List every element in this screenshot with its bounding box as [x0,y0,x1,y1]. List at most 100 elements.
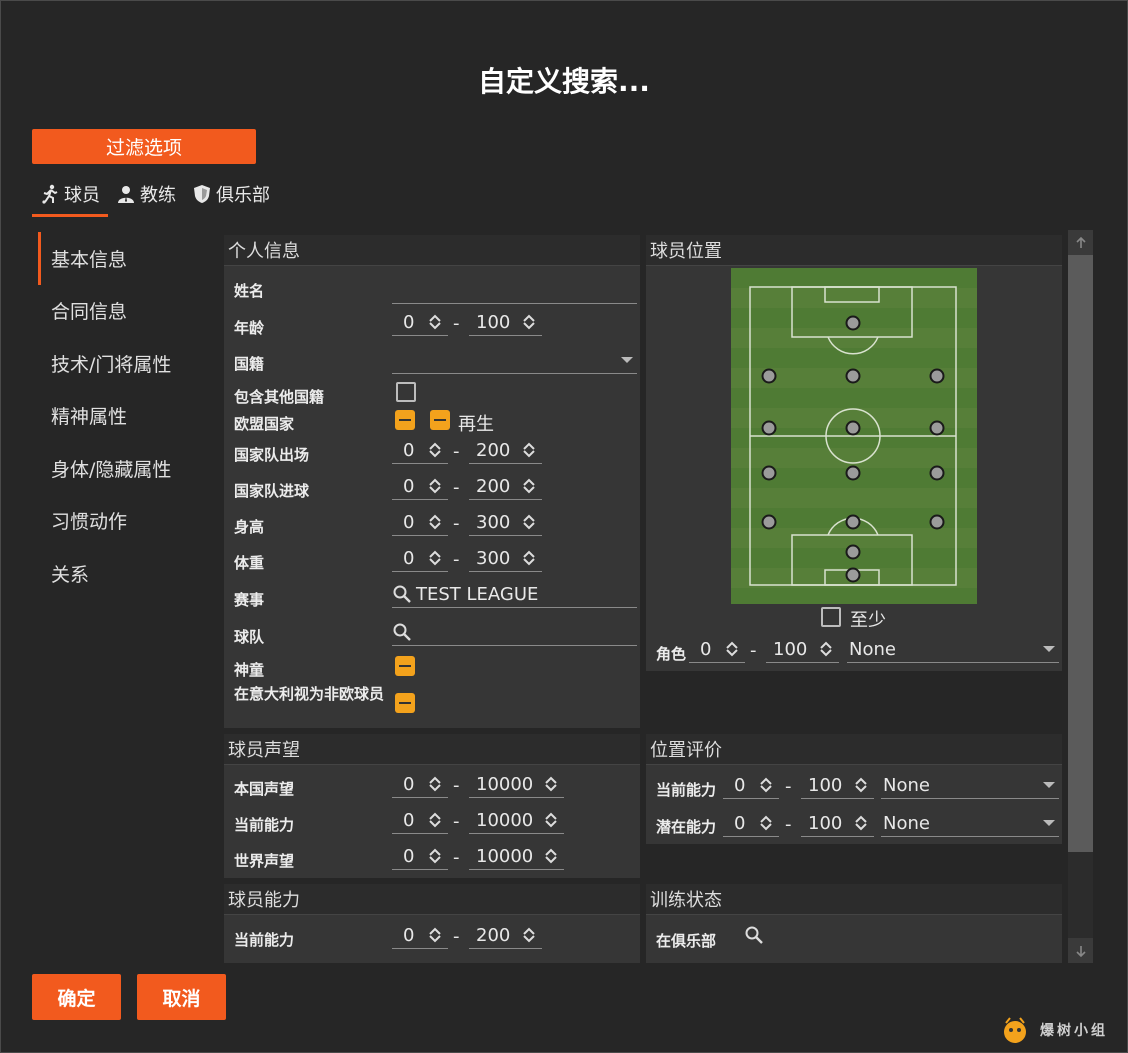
spinner-arrows[interactable] [426,848,444,864]
height-max-spinner[interactable]: 300 [469,509,542,536]
rating-ca-max-spinner[interactable]: 100 [801,772,874,799]
scroll-up-button[interactable] [1068,230,1093,255]
team-search-input[interactable] [392,619,637,646]
down-arrow-icon [523,322,535,330]
spinner-arrows[interactable] [817,641,835,657]
rating-pa-dropdown[interactable]: None [881,810,1059,837]
spinner-arrows[interactable] [520,442,538,458]
home-rep-min-spinner[interactable]: 0 [392,771,448,798]
caps-min-value: 0 [403,439,415,461]
scrollbar-thumb[interactable] [1068,255,1093,852]
position-dot[interactable] [929,420,945,436]
wonderkid-checkbox[interactable] [395,656,415,676]
tab-clubs[interactable]: 俱乐部 [184,174,278,214]
position-dot[interactable] [845,465,861,481]
spinner-arrows[interactable] [426,514,444,530]
spinner-arrows[interactable] [852,777,870,793]
sidebar-item-contract[interactable]: 合同信息 [38,285,218,338]
at-least-checkbox[interactable] [821,607,841,627]
position-dot[interactable] [761,514,777,530]
spinner-arrows[interactable] [542,776,560,792]
position-dot[interactable] [845,420,861,436]
world-rep-min-spinner[interactable]: 0 [392,843,448,870]
home-rep-max-spinner[interactable]: 10000 [469,771,564,798]
position-dot[interactable] [845,514,861,530]
italy-noneu-checkbox[interactable] [395,693,415,713]
sidebar-item-ppms[interactable]: 习惯动作 [38,495,218,548]
caps-min-spinner[interactable]: 0 [392,437,448,464]
reborn-checkbox[interactable] [430,410,450,430]
spinner-arrows[interactable] [426,927,444,943]
spinner-arrows[interactable] [757,815,775,831]
spinner-arrows[interactable] [757,777,775,793]
spinner-arrows[interactable] [520,927,538,943]
nationality-dropdown[interactable] [392,347,637,374]
name-input[interactable] [392,277,637,304]
spinner-arrows[interactable] [723,641,741,657]
weight-max-spinner[interactable]: 300 [469,545,542,572]
include-other-checkbox[interactable] [396,382,416,402]
spinner-arrows[interactable] [520,550,538,566]
role-dropdown[interactable]: None [847,636,1059,663]
goals-min-spinner[interactable]: 0 [392,473,448,500]
current-rep-max-spinner[interactable]: 10000 [469,807,564,834]
training-club-search-input[interactable] [744,922,989,948]
current-rep-min-spinner[interactable]: 0 [392,807,448,834]
ability-ca-max-spinner[interactable]: 200 [469,922,542,949]
age-max-spinner[interactable]: 100 [469,309,542,336]
position-dot[interactable] [929,514,945,530]
rating-pa-max-spinner[interactable]: 100 [801,810,874,837]
sidebar-item-technical[interactable]: 技术/门将属性 [38,337,218,390]
position-dot[interactable] [761,420,777,436]
spinner-arrows[interactable] [542,812,560,828]
position-dot[interactable] [929,465,945,481]
rating-pa-min-spinner[interactable]: 0 [723,810,779,837]
spinner-arrows[interactable] [520,514,538,530]
spinner-arrows[interactable] [426,550,444,566]
tab-players[interactable]: 球员 [32,174,108,217]
spinner-arrows[interactable] [520,314,538,330]
position-dot[interactable] [761,465,777,481]
filter-options-button[interactable]: 过滤选项 [32,129,256,164]
role-min-spinner[interactable]: 0 [689,636,745,663]
competition-search-input[interactable]: TEST LEAGUE [392,581,637,608]
rating-ca-dropdown[interactable]: None [881,772,1059,799]
role-max-spinner[interactable]: 100 [766,636,839,663]
spinner-arrows[interactable] [426,442,444,458]
sidebar-item-relations[interactable]: 关系 [38,547,218,600]
rating-ca-min-spinner[interactable]: 0 [723,772,779,799]
ability-ca-min-spinner[interactable]: 0 [392,922,448,949]
position-dot[interactable] [845,368,861,384]
sidebar-item-physical[interactable]: 身体/隐藏属性 [38,442,218,495]
eu-checkbox[interactable] [395,410,415,430]
spinner-arrows[interactable] [426,776,444,792]
position-dot[interactable] [761,368,777,384]
caps-max-spinner[interactable]: 200 [469,437,542,464]
up-arrow-icon [429,550,441,558]
ok-button[interactable]: 确定 [32,974,121,1020]
position-dot[interactable] [845,544,861,560]
sidebar-item-basic-info[interactable]: 基本信息 [38,232,218,285]
position-rating-panel: 位置评价 当前能力 0 - 100 None 潜在能力 0 - 100 None [646,734,1062,844]
position-dot[interactable] [845,567,861,583]
caps-label: 国家队出场 [234,446,310,464]
weight-min-spinner[interactable]: 0 [392,545,448,572]
scroll-down-button[interactable] [1068,938,1093,963]
spinner-arrows[interactable] [426,314,444,330]
spinner-arrows[interactable] [852,815,870,831]
height-min-spinner[interactable]: 0 [392,509,448,536]
position-dot[interactable] [845,315,861,331]
cancel-button[interactable]: 取消 [137,974,226,1020]
spinner-arrows[interactable] [426,478,444,494]
spinner-arrows[interactable] [542,848,560,864]
goals-max-spinner[interactable]: 200 [469,473,542,500]
sidebar-item-mental[interactable]: 精神属性 [38,390,218,443]
spinner-arrows[interactable] [426,812,444,828]
tab-coaches[interactable]: 教练 [108,174,184,214]
position-dot[interactable] [929,368,945,384]
scrollbar[interactable] [1068,230,1093,963]
age-min-spinner[interactable]: 0 [392,309,448,336]
pitch-diagram[interactable] [731,268,977,604]
spinner-arrows[interactable] [520,478,538,494]
world-rep-max-spinner[interactable]: 10000 [469,843,564,870]
